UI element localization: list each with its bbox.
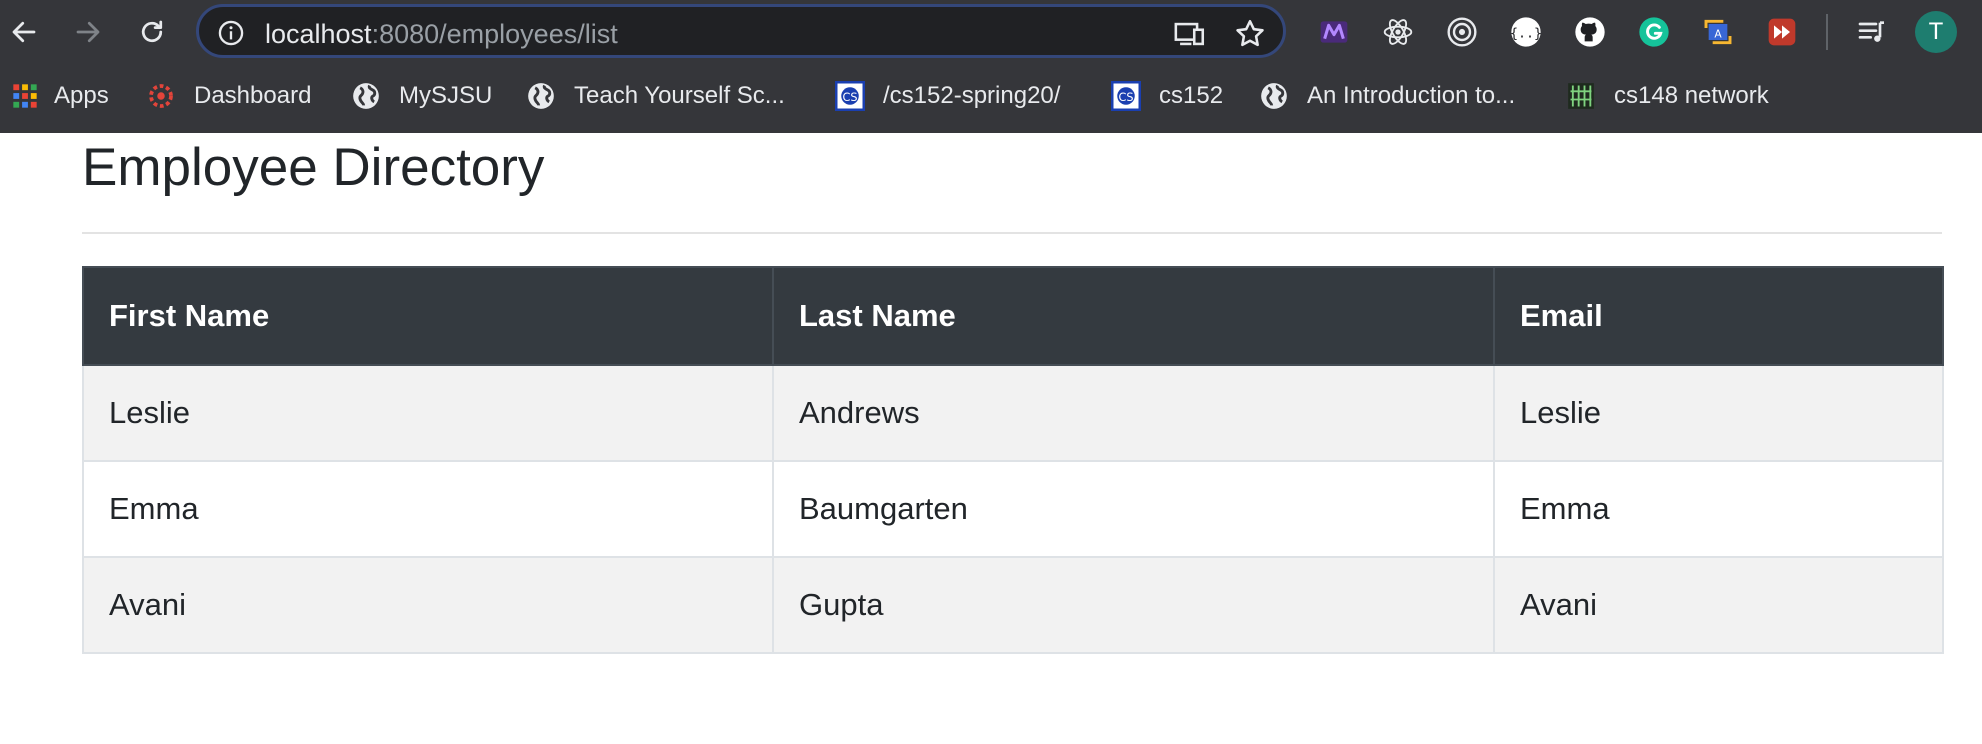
- first-name-cell: Emma: [82, 460, 774, 558]
- bookmarks-bar: Apps Dashboard MySJSU Teach Yourself Sc.…: [0, 74, 1982, 118]
- table-row: Leslie Andrews Leslie: [82, 364, 1944, 462]
- site-info-icon[interactable]: [217, 19, 245, 47]
- browser-chrome: localhost:8080/employees/list {..} A T A…: [0, 0, 1982, 133]
- email-cell: Emma: [1493, 460, 1944, 558]
- bookmark-cs152[interactable]: CS cs152: [1111, 78, 1223, 114]
- svg-text:CS: CS: [1119, 91, 1134, 104]
- page-title: Employee Directory: [82, 138, 545, 197]
- title-divider: [82, 232, 1942, 234]
- bookmark-label: cs152: [1159, 82, 1224, 109]
- svg-text:{..}: {..}: [1510, 26, 1542, 41]
- url-path: :8080/employees/list: [371, 19, 618, 49]
- forward-button[interactable]: [68, 12, 108, 52]
- last-name-cell: Gupta: [772, 556, 1495, 654]
- bookmark-cs152-spring20[interactable]: CS /cs152-spring20/: [835, 78, 1060, 114]
- profile-avatar[interactable]: T: [1915, 11, 1957, 53]
- bookmark-introduction[interactable]: An Introduction to...: [1259, 78, 1515, 114]
- bookmark-label: Apps: [54, 82, 109, 109]
- canvas-icon: [146, 81, 176, 111]
- bookmark-label: Teach Yourself Sc...: [574, 82, 785, 109]
- bookmark-apps[interactable]: Apps: [10, 78, 109, 114]
- cs-logo-icon: CS: [1111, 81, 1141, 111]
- bookmark-label: Dashboard: [194, 82, 312, 109]
- reload-button[interactable]: [132, 12, 172, 52]
- bookmark-cs148-network[interactable]: cs148 network: [1566, 78, 1769, 114]
- media-control-button[interactable]: [1852, 12, 1892, 52]
- forward-arrow-icon: [76, 21, 100, 43]
- last-name-cell: Baumgarten: [772, 460, 1495, 558]
- column-header-last-name[interactable]: Last Name: [772, 266, 1495, 366]
- bookmark-teach-yourself[interactable]: Teach Yourself Sc...: [526, 78, 785, 114]
- table-row: Emma Baumgarten Emma: [82, 460, 1944, 558]
- target-icon[interactable]: [1442, 12, 1482, 52]
- url-host: localhost: [265, 19, 372, 49]
- column-header-first-name[interactable]: First Name: [82, 266, 774, 366]
- browser-toolbar: localhost:8080/employees/list {..} A T: [0, 0, 1982, 64]
- github-icon[interactable]: [1570, 12, 1610, 52]
- bookmark-star-icon[interactable]: [1233, 17, 1267, 51]
- reload-icon: [141, 20, 163, 43]
- playlist-icon: [1858, 21, 1884, 42]
- last-name-cell: Andrews: [772, 364, 1495, 462]
- svg-text:A: A: [1714, 27, 1722, 40]
- grammarly-icon[interactable]: [1634, 12, 1674, 52]
- first-name-cell: Leslie: [82, 364, 774, 462]
- first-name-cell: Avani: [82, 556, 774, 654]
- bookmark-label: MySJSU: [399, 82, 493, 109]
- bookmark-label: An Introduction to...: [1307, 82, 1516, 109]
- address-bar[interactable]: localhost:8080/employees/list: [196, 4, 1286, 58]
- toolbar-divider: [1826, 14, 1828, 50]
- install-app-icon[interactable]: [1173, 17, 1207, 51]
- bookmark-mysjsu[interactable]: MySJSU: [351, 78, 492, 114]
- address-url[interactable]: localhost:8080/employees/list: [265, 19, 618, 49]
- svg-text:CS: CS: [843, 91, 858, 104]
- apps-grid-icon: [10, 81, 40, 111]
- bookmark-label: cs148 network: [1614, 82, 1769, 109]
- table-header-row: First Name Last Name Email: [82, 266, 1944, 366]
- bookmark-label: /cs152-spring20/: [883, 82, 1061, 109]
- forward-icon[interactable]: [1762, 12, 1802, 52]
- globe-icon: [526, 81, 556, 111]
- react-icon[interactable]: [1378, 12, 1418, 52]
- network-icon: [1566, 81, 1596, 111]
- email-cell: Leslie: [1493, 364, 1944, 462]
- employee-table: First Name Last Name Email Leslie Andrew…: [82, 266, 1944, 654]
- table-row: Avani Gupta Avani: [82, 556, 1944, 654]
- cs-logo-icon: CS: [835, 81, 865, 111]
- back-arrow-icon: [12, 21, 36, 43]
- globe-icon: [1259, 81, 1289, 111]
- translate-icon[interactable]: A: [1698, 12, 1738, 52]
- bookmark-dashboard[interactable]: Dashboard: [146, 78, 311, 114]
- back-button[interactable]: [4, 12, 44, 52]
- column-header-email[interactable]: Email: [1493, 266, 1944, 366]
- globe-icon: [351, 81, 381, 111]
- json-icon[interactable]: {..}: [1506, 12, 1546, 52]
- email-cell: Avani: [1493, 556, 1944, 654]
- m-logo-icon[interactable]: [1314, 12, 1354, 52]
